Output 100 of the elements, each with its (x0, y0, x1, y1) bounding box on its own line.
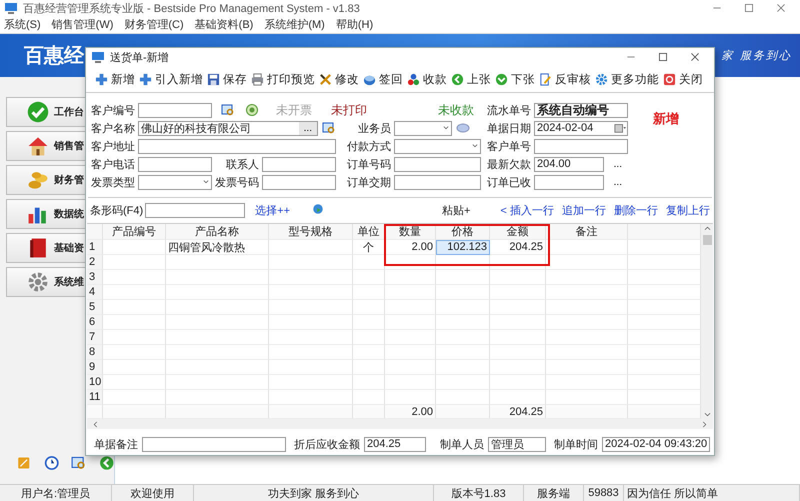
toolbar-button[interactable]: 收款 (406, 70, 448, 88)
input-field[interactable]: 系统自动编号 (534, 102, 628, 118)
row-number: 10 (87, 375, 103, 390)
close-icon (690, 52, 700, 62)
input-field[interactable] (262, 174, 336, 190)
toolbar-button[interactable]: 签回 (362, 70, 404, 88)
table-cell (385, 255, 436, 270)
menu-item[interactable]: 帮助(H) (336, 17, 374, 32)
table-cell[interactable]: 102.123 (436, 240, 490, 255)
input-field[interactable] (142, 436, 286, 452)
field-label: 单据日期 (486, 122, 532, 136)
plus-icon (95, 72, 108, 86)
table-cell (353, 375, 385, 390)
scrollbar[interactable] (701, 224, 713, 419)
input-field[interactable] (138, 102, 212, 118)
toolbar-button[interactable]: 下张 (494, 70, 536, 88)
table-cell (353, 270, 385, 285)
toolbar-button[interactable]: 关闭 (662, 70, 704, 88)
mode-label: 新增 (652, 110, 680, 128)
table-cell (436, 345, 490, 360)
menu-item[interactable]: 销售管理(W) (52, 17, 114, 32)
input-field[interactable] (534, 138, 628, 154)
table-cell (353, 330, 385, 345)
app-icon (91, 50, 105, 64)
field-label: 联系人 (225, 158, 260, 172)
table-cell (436, 300, 490, 315)
balls-icon (407, 72, 420, 86)
row-action-link[interactable]: 复制上行 (666, 202, 710, 218)
menu-item[interactable]: 基础资料(B) (194, 17, 254, 32)
input-field[interactable] (394, 156, 481, 172)
date-field[interactable]: 2024-02-04 (534, 120, 628, 136)
field-label: 折后应收金额 (294, 438, 360, 452)
table-cell (353, 300, 385, 315)
menu-item[interactable]: 系统维护(M) (264, 17, 325, 32)
close-icon (663, 72, 676, 86)
lookup-field[interactable]: 佛山好的科技有限公司 ... (138, 120, 318, 136)
table-cell (490, 315, 546, 330)
row-number: 9 (87, 360, 103, 375)
toolbar-button[interactable]: 上张 (450, 70, 492, 88)
select-link[interactable]: 选择++ (255, 202, 290, 218)
toolbar-button[interactable]: 更多功能 (594, 70, 660, 88)
table-cell (103, 270, 166, 285)
left-chevron-icon (91, 420, 100, 428)
input-field[interactable] (262, 156, 336, 172)
input-field[interactable] (394, 174, 481, 190)
document-edit-icon (539, 72, 552, 86)
table-cell (103, 255, 166, 270)
table-cell (385, 315, 436, 330)
row-action-link[interactable]: 删除一行 (614, 202, 658, 218)
row-number: 5 (87, 300, 103, 315)
dropdown[interactable] (138, 174, 212, 190)
coins-icon (27, 169, 49, 191)
input-field[interactable] (138, 156, 212, 172)
dropdown[interactable] (394, 138, 481, 154)
toolbar-button[interactable]: 引入新增 (138, 70, 204, 88)
scrollbar[interactable] (87, 419, 713, 429)
input-field[interactable]: 204.00 (534, 156, 604, 172)
close-icon (776, 3, 786, 13)
status-text: 59883 (584, 485, 624, 501)
table-cell (490, 345, 546, 360)
table-cell (436, 255, 490, 270)
field-label: 制单时间 (554, 438, 598, 452)
menu-item[interactable]: 财务管理(C) (124, 17, 184, 32)
toolbar-button[interactable]: 打印预览 (250, 70, 316, 88)
input-field[interactable] (534, 174, 604, 190)
table-cell (103, 375, 166, 390)
column-header: 产品编号 (103, 224, 166, 240)
table-cell (490, 285, 546, 300)
table-cell (385, 360, 436, 375)
table-cell (436, 315, 490, 330)
input-field[interactable]: 2024-02-04 09:43:20 (602, 436, 710, 452)
input-field[interactable]: 204.25 (364, 436, 426, 452)
banner-title: 百惠经 (24, 44, 84, 69)
barcode-field[interactable] (145, 202, 246, 218)
toolbar-button[interactable]: 保存 (206, 70, 248, 88)
menu-item[interactable]: 系统(S) (4, 17, 41, 32)
table-cell (385, 375, 436, 390)
scroll-thumb[interactable] (702, 235, 712, 245)
toolbar-button[interactable]: 修改 (318, 70, 360, 88)
toolbar-button[interactable]: 反审核 (538, 70, 592, 88)
more-button[interactable]: ... (608, 176, 628, 188)
row-action-link[interactable]: 追加一行 (562, 202, 606, 218)
field-label: 单据备注 (94, 438, 138, 452)
toolbar-button[interactable]: 新增 (94, 70, 136, 88)
search-window-icon (221, 103, 235, 117)
more-button[interactable]: ... (608, 158, 628, 170)
up-chevron-icon (702, 224, 712, 233)
paste-label[interactable]: 粘贴+ (442, 202, 470, 218)
globe-icon (312, 202, 324, 214)
table-cell (103, 300, 166, 315)
row-number: 11 (87, 390, 103, 405)
column-header: 备注 (546, 224, 628, 240)
dropdown[interactable] (394, 120, 452, 136)
table-cell (353, 315, 385, 330)
row-action-link[interactable]: < 插入一行 (500, 202, 554, 218)
browse-button[interactable]: ... (298, 122, 317, 134)
field-label: 流水单号 (486, 104, 532, 118)
input-field[interactable] (138, 138, 336, 154)
input-field[interactable]: 管理员 (488, 436, 546, 452)
table-cell (385, 300, 436, 315)
